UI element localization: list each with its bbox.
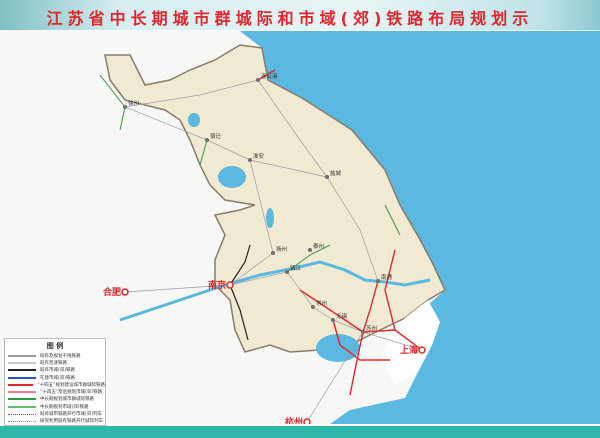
city-marker: [310, 304, 316, 310]
legend-swatch: [8, 413, 36, 415]
city-label: 南京: [208, 279, 226, 291]
legend-label: “十四五”及后规划市域(郊)铁路: [40, 390, 103, 396]
legend-swatch: [8, 369, 36, 372]
legend-item: “十四五”规划建设城市群城际铁路: [5, 381, 105, 388]
legend-item: 既有城市铁路开行市域(郊)列车: [5, 410, 105, 417]
city-label: 苏州: [366, 324, 377, 332]
legend-swatch: [8, 405, 36, 408]
lake-hongze: [218, 166, 246, 188]
legend-label: 既有普速铁路: [40, 360, 67, 366]
legend-label: 中长期规划市域(郊)铁路: [40, 404, 89, 410]
legend-item: 中长期规划城市群城际铁路: [5, 396, 105, 403]
city-marker: [307, 247, 313, 253]
lake-luoma: [188, 113, 200, 127]
legend-swatch: [8, 376, 36, 379]
city-label: 淮安: [253, 152, 265, 160]
city-marker: [204, 137, 210, 143]
city-marker: [330, 317, 336, 323]
city-marker: [121, 288, 129, 296]
legend-swatch: [8, 391, 36, 394]
legend-item: 既有普速铁路: [5, 359, 105, 366]
legend-label: 既有城市铁路开行市域(郊)列车: [40, 412, 103, 418]
city-marker: [255, 77, 261, 83]
lake-gaoyou: [266, 208, 274, 228]
footer-bar: [0, 426, 600, 438]
city-marker: [247, 157, 253, 163]
city-label: 常州: [316, 299, 327, 307]
legend-label: 既有市域(郊)铁路: [40, 368, 76, 374]
city-marker: [360, 329, 366, 335]
legend-label: 研究利用既有铁路开行城际列车: [40, 419, 103, 425]
city-marker: [324, 174, 330, 180]
city-marker: [303, 418, 311, 424]
legend-swatch: [8, 354, 36, 357]
city-label: 宿迁: [210, 132, 222, 140]
legend-swatch: [8, 383, 34, 386]
city-marker: [375, 278, 381, 284]
city-marker: [122, 104, 128, 110]
legend-item: “十四五”及后规划市域(郊)铁路: [5, 388, 105, 395]
legend-item: 研究利用既有铁路开行城际列车: [5, 418, 105, 425]
legend-label: 中长期规划城市群城际铁路: [40, 397, 94, 403]
city-label: 泰州: [313, 242, 324, 250]
city-label: 无锡: [336, 312, 348, 320]
legend-item: 既有市域(郊)铁路: [5, 367, 105, 374]
legend-item: 中长期规划市域(郊)铁路: [5, 403, 105, 410]
city-label: 徐州: [128, 99, 139, 107]
city-label: 合肥: [103, 286, 121, 298]
legend-title: 图 例: [46, 342, 64, 350]
city-label: 盐城: [330, 169, 342, 177]
legend-swatch: [8, 361, 36, 364]
city-marker: [270, 250, 276, 256]
city-label: 杭州: [285, 416, 303, 424]
city-label: 连云港: [261, 72, 278, 80]
city-label: 扬州: [276, 245, 287, 253]
city-label: 镇江: [290, 264, 302, 272]
legend-swatch: [8, 420, 36, 422]
legend-label: 既有及规划干线铁路: [40, 353, 81, 359]
city-marker: [418, 346, 426, 354]
city-marker: [284, 269, 290, 275]
legend-label: 在建市域(郊)铁路: [40, 375, 76, 381]
legend: 图 例 既有及规划干线铁路 既有普速铁路 既有市域(郊)铁路 在建市域(郊)铁路 “十四…: [4, 338, 106, 426]
title-banner: 江苏省中长期城市群城际和市域(郊)铁路布局规划示意图: [0, 0, 600, 52]
city-marker: [226, 281, 234, 289]
legend-swatch: [8, 398, 36, 401]
city-label: 上海: [400, 344, 418, 356]
legend-item: 既有及规划干线铁路: [5, 352, 105, 359]
legend-label: “十四五”规划建设城市群城际铁路: [37, 382, 105, 388]
legend-item: 在建市域(郊)铁路: [5, 374, 105, 381]
city-label: 南通: [381, 273, 393, 281]
